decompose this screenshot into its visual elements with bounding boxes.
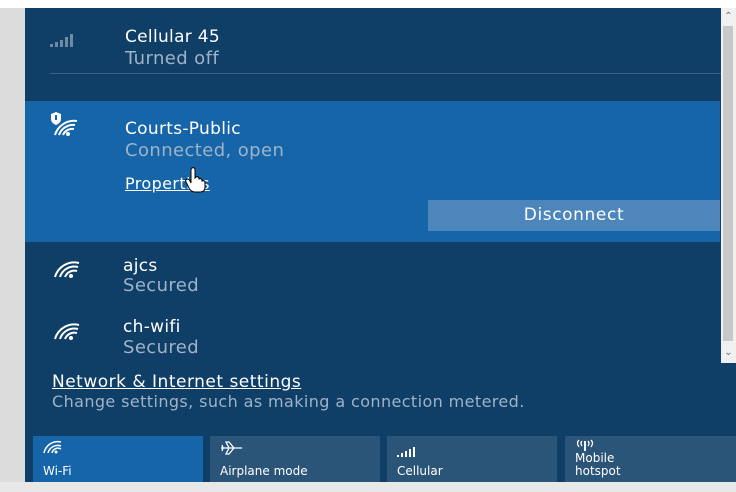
cellular-toggle[interactable]: Cellular bbox=[387, 436, 557, 482]
network-settings-link[interactable]: Network & Internet settings bbox=[52, 372, 301, 392]
network-name: Courts-Public bbox=[125, 119, 241, 139]
wifi-icon bbox=[53, 260, 81, 282]
disconnect-button[interactable]: Disconnect bbox=[428, 200, 720, 231]
airplane-mode-toggle[interactable]: Airplane mode bbox=[210, 436, 380, 482]
network-name: Cellular 45 bbox=[125, 27, 221, 47]
network-item-courts-public[interactable]: Courts-Public Connected, open Properties… bbox=[25, 101, 720, 242]
tile-label: Wi-Fi bbox=[43, 464, 72, 478]
network-flyout: Cellular 45 Turned off Courts-Public Con… bbox=[25, 8, 736, 482]
network-item-ajcs[interactable]: ajcs Secured bbox=[25, 248, 720, 303]
network-status: Turned off bbox=[125, 48, 220, 69]
wifi-icon bbox=[53, 322, 81, 344]
network-item-cellular[interactable]: Cellular 45 Turned off bbox=[25, 8, 720, 73]
tile-label: Mobile hotspot bbox=[575, 451, 621, 478]
tile-label: Cellular bbox=[397, 464, 443, 478]
wifi-secured-shield-icon bbox=[49, 111, 79, 141]
background-window-edge bbox=[0, 8, 25, 482]
network-name: ajcs bbox=[123, 256, 158, 276]
divider bbox=[50, 73, 725, 74]
wifi-toggle[interactable]: Wi-Fi bbox=[33, 436, 203, 482]
cellular-signal-icon bbox=[50, 32, 76, 51]
chevron-down-icon[interactable]: ⌄ bbox=[723, 346, 734, 360]
chevron-up-icon[interactable]: ⌃ bbox=[723, 10, 734, 24]
network-status: Connected, open bbox=[125, 140, 285, 161]
airplane-icon bbox=[220, 440, 244, 459]
cellular-signal-icon bbox=[397, 446, 417, 460]
background-window-edge bbox=[0, 482, 736, 492]
tile-label: Airplane mode bbox=[220, 464, 308, 478]
network-status: Secured bbox=[123, 275, 200, 296]
network-status: Secured bbox=[123, 337, 200, 358]
wifi-icon bbox=[43, 440, 63, 457]
hand-cursor-icon bbox=[185, 167, 207, 197]
network-name: ch-wifi bbox=[123, 317, 181, 337]
network-settings-description: Change settings, such as making a connec… bbox=[52, 392, 525, 411]
mobile-hotspot-toggle[interactable]: Mobile hotspot bbox=[565, 436, 736, 482]
scroll-thumb[interactable] bbox=[723, 26, 733, 341]
scrollbar[interactable]: ⌃ ⌄ bbox=[721, 8, 736, 363]
network-item-ch-wifi[interactable]: ch-wifi Secured bbox=[25, 310, 720, 365]
